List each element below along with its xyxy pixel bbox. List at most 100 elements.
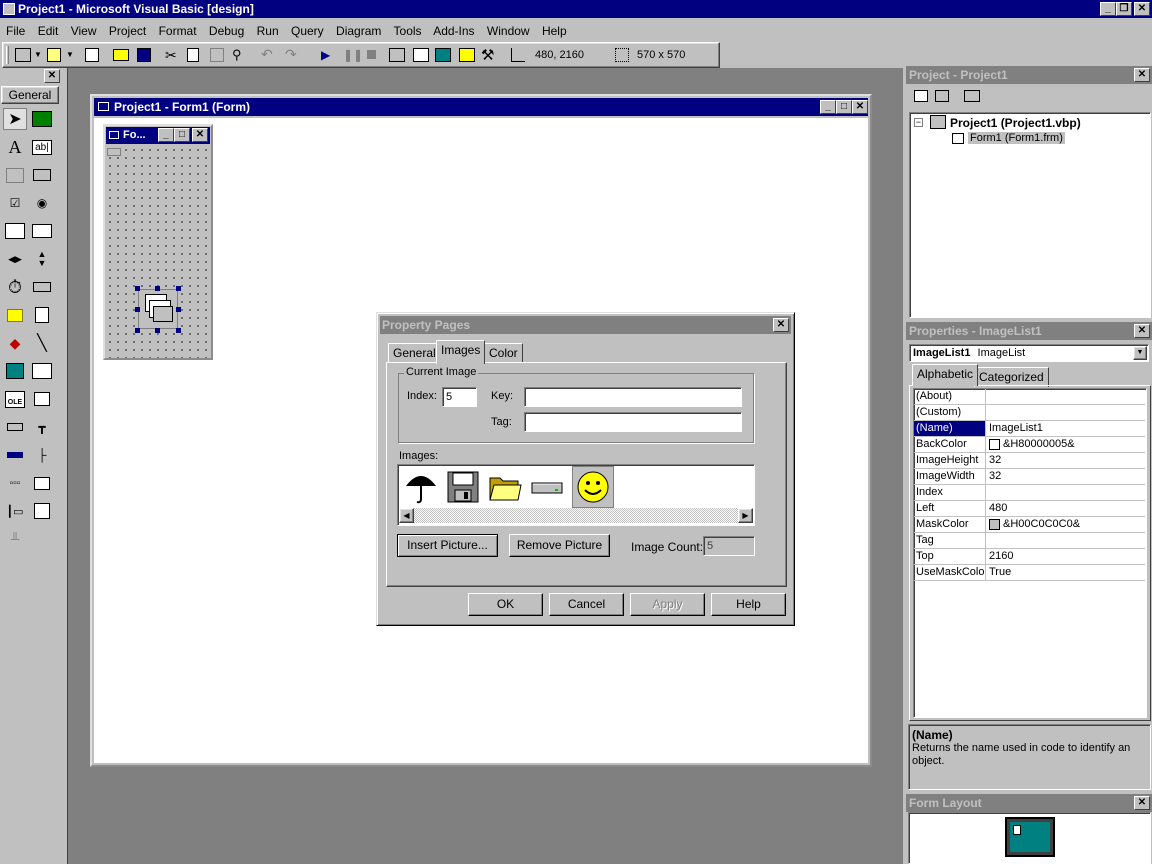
tab-categorized[interactable]: Categorized <box>974 367 1049 387</box>
vb-app-icon[interactable] <box>3 3 15 15</box>
statusbar-icon[interactable] <box>3 444 27 466</box>
umbrella-icon[interactable] <box>402 468 440 506</box>
dirlistbox-icon[interactable] <box>3 304 27 326</box>
project-tree[interactable]: − Project1 (Project1.vbp) Form1 (Form1.f… <box>909 112 1151 318</box>
optionbutton-icon[interactable]: ◉ <box>30 192 54 214</box>
object-selector[interactable]: ImageList1 ImageList ▼ <box>909 344 1149 362</box>
dialog-close-button[interactable]: ✕ <box>773 318 789 332</box>
ole-icon[interactable]: OLE <box>3 388 27 410</box>
project-node[interactable]: Project1 (Project1.vbp) <box>950 116 1081 130</box>
prop-row-usemaskcolor[interactable]: UseMaskColor True <box>914 565 1145 581</box>
form-designer-close-button[interactable]: ✕ <box>852 100 868 114</box>
end-icon[interactable] <box>367 50 376 59</box>
project-explorer-icon[interactable] <box>389 48 405 62</box>
prop-row-custom[interactable]: (Custom) <box>914 405 1145 421</box>
tag-field[interactable] <box>524 412 742 432</box>
index-field[interactable]: 5 <box>442 387 477 407</box>
images-scrollbar[interactable]: ◀ ▶ <box>399 508 753 523</box>
dropdown-arrow-icon[interactable]: ▼ <box>34 50 42 59</box>
prop-value[interactable] <box>987 485 1145 500</box>
textbox-icon[interactable]: ab| <box>30 136 54 158</box>
tab-color[interactable]: Color <box>484 343 523 363</box>
commondialog-icon[interactable] <box>30 388 54 410</box>
menu-tools[interactable]: Tools <box>394 24 422 38</box>
toolbar-tool-icon[interactable]: ┃▭ <box>3 500 27 522</box>
prop-value[interactable] <box>987 533 1145 548</box>
toolbox-tab-general[interactable]: General <box>1 86 59 104</box>
form1-close-button[interactable]: ✕ <box>192 128 208 142</box>
prop-row-top[interactable]: Top 2160 <box>914 549 1145 565</box>
imagelist-tool-icon[interactable] <box>30 472 54 494</box>
selection-handle[interactable] <box>135 328 140 333</box>
key-field[interactable] <box>524 387 742 407</box>
commandbutton-icon[interactable] <box>30 164 54 186</box>
vscrollbar-icon[interactable]: ▲ ▼ <box>30 248 54 270</box>
properties-window-icon[interactable] <box>413 48 429 62</box>
apply-button[interactable]: Apply <box>630 593 705 616</box>
timer-icon[interactable]: ⏱ <box>3 276 27 298</box>
ok-button[interactable]: OK <box>468 593 543 616</box>
prop-row-about[interactable]: (About) <box>914 389 1145 405</box>
line-icon[interactable]: ╲ <box>30 332 54 354</box>
slider-icon[interactable]: ┳ <box>30 416 54 438</box>
tree-collapse-icon[interactable]: − <box>914 118 923 127</box>
data-icon[interactable] <box>30 360 54 382</box>
tab-images[interactable]: Images <box>436 340 486 364</box>
prop-row-index[interactable]: Index <box>914 485 1145 501</box>
menu-format[interactable]: Format <box>159 24 197 38</box>
picturebox-icon[interactable] <box>30 108 54 130</box>
prop-value[interactable]: ImageList1 <box>987 421 1145 436</box>
pointer-icon[interactable]: ➤ <box>3 108 27 130</box>
find-icon[interactable]: ⚲ <box>232 47 242 63</box>
paste-icon[interactable] <box>210 48 224 62</box>
redo-icon[interactable]: ↷ <box>285 46 297 63</box>
combobox-icon[interactable] <box>3 220 27 242</box>
prop-row-left[interactable]: Left 480 <box>914 501 1145 517</box>
form1-title-bar[interactable]: Fo... _ □ ✕ <box>106 127 210 144</box>
selection-handle[interactable] <box>155 328 160 333</box>
prop-value[interactable]: 2160 <box>987 549 1145 564</box>
form-designer-maximize-button[interactable]: □ <box>836 100 852 114</box>
view-object-icon[interactable] <box>935 90 949 102</box>
menu-edit[interactable]: Edit <box>38 24 59 38</box>
prop-value-color[interactable]: &H00C0C0C0& <box>987 517 1145 532</box>
prop-row-name[interactable]: (Name) ImageList1 <box>914 421 1145 437</box>
toolbox-icon[interactable]: ⚒ <box>481 46 494 64</box>
menu-window[interactable]: Window <box>487 24 530 38</box>
menu-debug[interactable]: Debug <box>209 24 244 38</box>
form1-maximize-button[interactable]: □ <box>174 128 190 142</box>
menu-query[interactable]: Query <box>291 24 324 38</box>
form-position-marker[interactable] <box>1013 825 1021 835</box>
remove-picture-button[interactable]: Remove Picture <box>509 534 610 557</box>
hscrollbar-icon[interactable]: ◀▶ <box>3 248 27 270</box>
toggle-folders-icon[interactable] <box>964 90 980 102</box>
sstab-icon[interactable]: ╨ <box>3 528 27 550</box>
form-layout-area[interactable] <box>908 812 1151 864</box>
menu-file[interactable]: File <box>6 24 25 38</box>
add-project-icon[interactable] <box>15 48 31 62</box>
drivelistbox-icon[interactable] <box>30 276 54 298</box>
menu-editor-icon[interactable] <box>85 48 99 62</box>
prop-value[interactable]: True <box>987 565 1145 580</box>
toolbox-close-icon[interactable]: ✕ <box>44 69 60 83</box>
menu-diagram[interactable]: Diagram <box>336 24 381 38</box>
tab-alphabetic[interactable]: Alphabetic <box>912 364 979 386</box>
restore-button[interactable]: ❐ <box>1116 2 1132 16</box>
tab-general[interactable]: General <box>388 343 441 363</box>
prop-row-backcolor[interactable]: BackColor &H80000005& <box>914 437 1145 453</box>
prop-value[interactable]: 480 <box>987 501 1145 516</box>
checkbox-icon[interactable]: ☑ <box>3 192 27 214</box>
form-designer-minimize-button[interactable]: _ <box>820 100 836 114</box>
shape-icon[interactable]: ◆ <box>3 332 27 354</box>
selection-handle[interactable] <box>176 328 181 333</box>
open-project-icon[interactable] <box>113 49 129 61</box>
imagelist-control[interactable] <box>138 289 178 329</box>
toolbar-grip[interactable] <box>6 46 9 64</box>
form-layout-icon[interactable] <box>435 48 451 62</box>
scroll-right-button[interactable]: ▶ <box>738 508 753 523</box>
copy-icon[interactable] <box>187 48 199 62</box>
menu-view[interactable]: View <box>71 24 97 38</box>
treeview-icon[interactable]: ├ <box>30 444 54 466</box>
prop-value[interactable] <box>987 389 1145 404</box>
form-layout-close-button[interactable]: ✕ <box>1134 796 1150 810</box>
